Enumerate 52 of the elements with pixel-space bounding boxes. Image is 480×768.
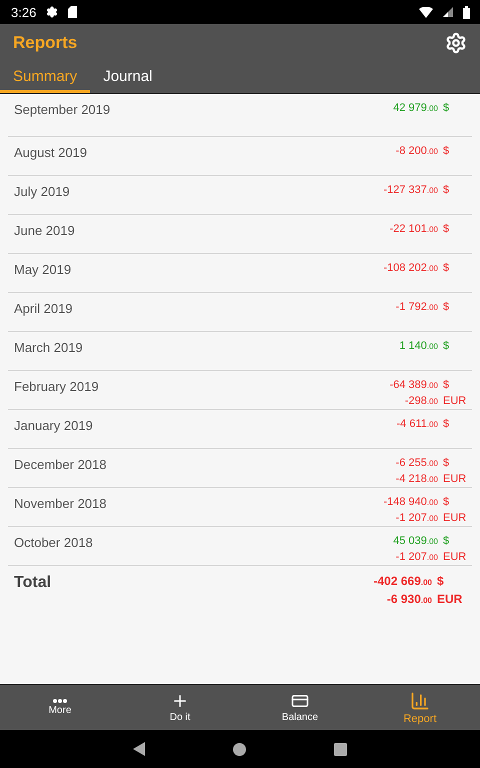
settings-icon[interactable] bbox=[445, 32, 467, 54]
total-label: Total bbox=[14, 574, 52, 593]
amount-text: -1 207.00 EUR bbox=[396, 551, 466, 563]
wifi-icon bbox=[419, 6, 433, 18]
month-label: August 2019 bbox=[14, 145, 88, 162]
month-label: November 2018 bbox=[14, 496, 106, 513]
month-label: April 2019 bbox=[14, 301, 73, 318]
tab[interactable]: Summary bbox=[0, 62, 90, 93]
amount-text: 1 140.00 $ bbox=[399, 340, 450, 352]
nav-tab[interactable]: Do it bbox=[120, 685, 240, 730]
month-label: June 2019 bbox=[14, 223, 75, 240]
amount-text: -1 792.00 $ bbox=[396, 301, 450, 313]
sd-card-icon bbox=[68, 6, 78, 18]
amount-text: -4 611.00 $ bbox=[396, 418, 450, 430]
battery-icon bbox=[463, 6, 470, 18]
chart-icon bbox=[410, 690, 430, 710]
amount-text: 42 979.00 $ bbox=[393, 102, 450, 114]
month-label: September 2019 bbox=[14, 102, 110, 119]
amount-text: -22 101.00 $ bbox=[390, 223, 450, 235]
card-icon bbox=[291, 692, 309, 710]
amount-text: 45 039.00 $ bbox=[393, 535, 450, 547]
month-label: February 2019 bbox=[14, 379, 99, 396]
month-label: May 2019 bbox=[14, 262, 72, 279]
amount-text: -6 255.00 $ bbox=[396, 457, 450, 469]
amount-text: -108 202.00 $ bbox=[383, 262, 450, 274]
month-label: October 2018 bbox=[14, 535, 93, 552]
app-title: Reports bbox=[13, 33, 78, 53]
month-label: December 2018 bbox=[14, 457, 106, 474]
amount-text: -402 669.00 $ bbox=[374, 574, 445, 588]
back-icon[interactable] bbox=[133, 742, 145, 756]
amount-text: -148 940.00 $ bbox=[383, 496, 450, 508]
amount-text: -64 389.00 $ bbox=[390, 379, 450, 391]
amount-text: -6 930.00 EUR bbox=[386, 592, 464, 606]
amount-text: -8 200.00 $ bbox=[396, 145, 450, 157]
nav-tab[interactable]: More bbox=[0, 685, 120, 730]
amount-text: -4 218.00 EUR bbox=[396, 473, 466, 485]
more-icon bbox=[53, 699, 67, 703]
home-icon[interactable] bbox=[233, 742, 246, 756]
nav-tab[interactable]: Report bbox=[360, 685, 480, 730]
signal-icon bbox=[443, 7, 453, 17]
amount-text: -298.00 EUR bbox=[404, 395, 466, 407]
month-label: March 2019 bbox=[14, 340, 83, 357]
status-time: 3:26 bbox=[11, 4, 36, 20]
tab[interactable]: Journal bbox=[90, 62, 166, 93]
month-label: July 2019 bbox=[14, 184, 70, 201]
month-label: January 2019 bbox=[14, 418, 93, 435]
amount-text: -127 337.00 $ bbox=[383, 184, 450, 196]
gear-icon bbox=[46, 6, 58, 18]
amount-text: -1 207.00 EUR bbox=[396, 512, 466, 524]
recents-icon[interactable] bbox=[334, 742, 347, 756]
plus-icon bbox=[171, 692, 189, 710]
nav-tab[interactable]: Balance bbox=[240, 685, 360, 730]
